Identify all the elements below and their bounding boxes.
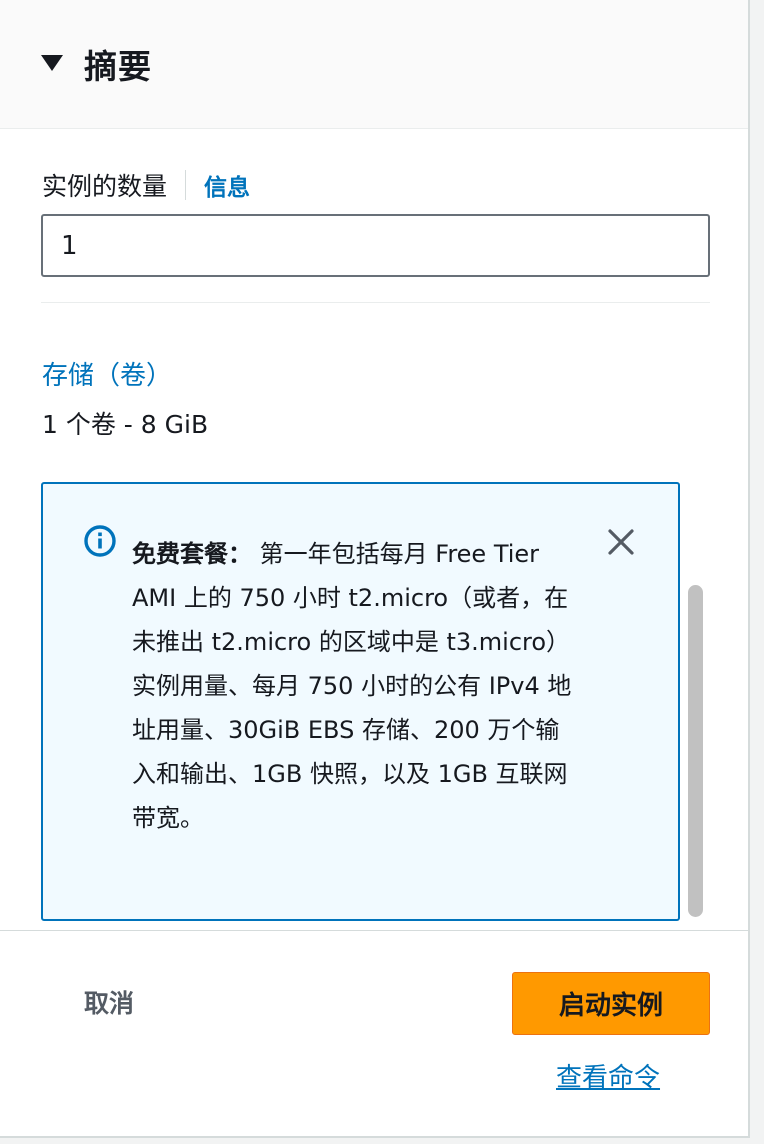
instance-count-label: 实例的数量 — [42, 172, 168, 201]
caret-down-icon[interactable] — [41, 55, 63, 71]
free-tier-alert-text: 免费套餐： 第一年包括每月 Free Tier AMI 上的 750 小时 t2… — [132, 532, 582, 840]
free-tier-alert-heading: 免费套餐： — [132, 540, 252, 568]
summary-panel: 摘要 实例的数量 信息 存储（卷） 1 个卷 - 8 GiB 免费套餐： 第一年… — [0, 0, 750, 1138]
label-divider — [185, 170, 187, 200]
free-tier-alert-body: 第一年包括每月 Free Tier AMI 上的 750 小时 t2.micro… — [132, 540, 572, 832]
instance-count-label-row: 实例的数量 信息 — [42, 168, 250, 202]
summary-title: 摘要 — [84, 47, 152, 86]
footer-divider — [0, 930, 748, 931]
storage-volumes-value: 1 个卷 - 8 GiB — [42, 410, 209, 439]
info-link[interactable]: 信息 — [204, 168, 250, 202]
storage-volumes-link[interactable]: 存储（卷） — [42, 355, 172, 392]
free-tier-alert: 免费套餐： 第一年包括每月 Free Tier AMI 上的 750 小时 t2… — [41, 482, 680, 921]
launch-instance-button[interactable]: 启动实例 — [512, 972, 710, 1035]
instance-count-input[interactable] — [41, 214, 710, 277]
close-icon[interactable] — [603, 524, 639, 560]
info-circle-icon — [84, 525, 116, 557]
summary-header[interactable]: 摘要 — [0, 0, 748, 129]
cancel-button[interactable]: 取消 — [84, 984, 134, 1020]
scrollbar-thumb[interactable] — [688, 585, 703, 917]
view-commands-link[interactable]: 查看命令 — [556, 1057, 660, 1094]
section-divider — [41, 302, 710, 303]
